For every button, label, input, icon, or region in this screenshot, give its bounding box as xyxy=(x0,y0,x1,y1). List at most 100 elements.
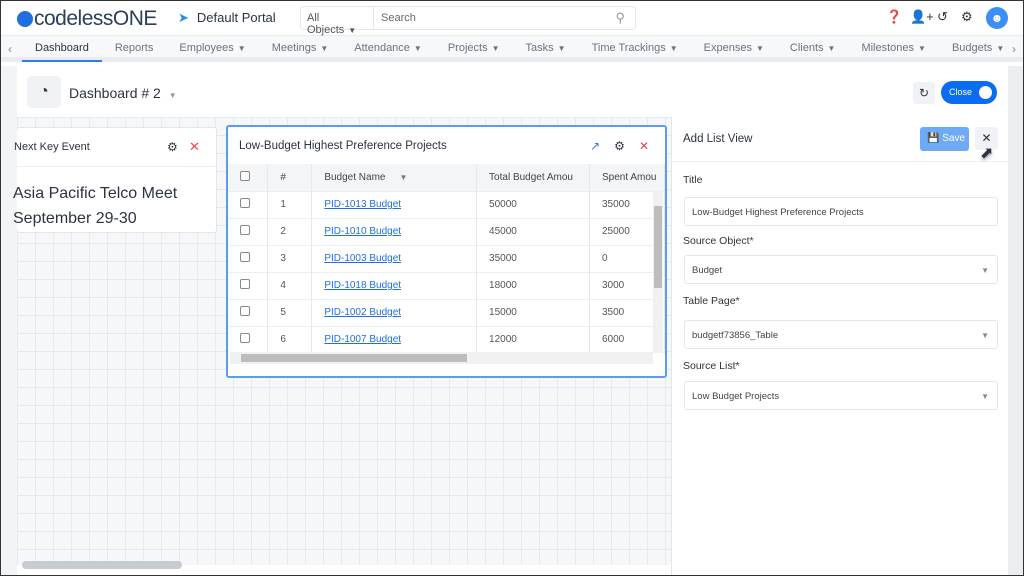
nav-scroll-right-icon[interactable]: › xyxy=(1012,42,1016,56)
top-bar: codelessONE ➤ Default Portal All Objects ▼… xyxy=(0,0,1024,36)
caret-down-icon: ▼ xyxy=(491,44,500,53)
table-cell: 1 xyxy=(267,190,313,218)
close-toggle[interactable]: Close xyxy=(941,81,997,104)
row-checkbox[interactable] xyxy=(228,271,269,299)
grid-horizontal-scrollbar[interactable] xyxy=(17,561,671,570)
dashboard-title[interactable]: Dashboard # 2 ▼ xyxy=(69,85,177,101)
budget-link[interactable]: PID-1013 Budget xyxy=(324,199,401,210)
nav-tab-meetings[interactable]: Meetings ▼ xyxy=(259,36,342,62)
table-cell: 45000 xyxy=(476,217,590,245)
title-input[interactable]: Low-Budget Highest Preference Projects xyxy=(684,197,998,226)
paper-plane-icon: ➤ xyxy=(178,10,189,25)
column-header[interactable]: Spent Amou xyxy=(589,164,666,191)
nav-scroll-left-icon[interactable]: ‹ xyxy=(8,42,12,56)
table-page-label: Table Page* xyxy=(683,295,740,307)
mouse-cursor-icon: ⬈ xyxy=(980,145,994,162)
caret-down-icon: ▼ xyxy=(918,44,926,53)
gear-icon[interactable]: ⚙ xyxy=(167,140,178,154)
row-checkbox[interactable] xyxy=(228,190,269,218)
source-object-select[interactable]: Budget ▼ xyxy=(684,255,998,284)
nav-tab-employees[interactable]: Employees ▼ xyxy=(166,36,258,62)
global-search: All Objects ▼ Search ⚲ xyxy=(300,6,636,36)
gear-icon[interactable]: ⚙ xyxy=(961,9,973,25)
sort-caret-icon[interactable]: ▼ xyxy=(399,173,407,182)
table-cell: 35000 xyxy=(476,244,590,272)
table-cell: 18000 xyxy=(476,271,590,299)
gear-icon[interactable]: ⚙ xyxy=(614,139,625,153)
nav-tab-tasks[interactable]: Tasks ▼ xyxy=(513,36,579,62)
history-icon[interactable]: ↺ xyxy=(937,9,948,25)
event-name: Asia Pacific Telco Meet xyxy=(13,185,178,202)
brand-logo[interactable]: codelessONE xyxy=(17,7,157,31)
open-external-icon[interactable]: ↗ xyxy=(590,139,600,153)
source-object-label: Source Object* xyxy=(683,235,754,247)
event-date: September 29-30 xyxy=(13,210,137,227)
column-header[interactable]: # xyxy=(267,164,313,191)
row-checkbox[interactable] xyxy=(228,244,269,272)
search-input[interactable]: Search xyxy=(374,7,635,29)
nav-tab-w[interactable]: W xyxy=(1017,36,1024,62)
close-icon[interactable]: ✕ xyxy=(639,139,649,153)
caret-down-icon: ▼ xyxy=(981,266,989,275)
nav-tab-expenses[interactable]: Expenses ▼ xyxy=(691,36,777,62)
nav-tab-time-trackings[interactable]: Time Trackings ▼ xyxy=(579,36,691,62)
portal-switcher[interactable]: ➤ Default Portal xyxy=(178,10,276,26)
budget-link[interactable]: PID-1018 Budget xyxy=(324,280,401,291)
nav-tab-attendance[interactable]: Attendance ▼ xyxy=(341,36,435,62)
table-vertical-scrollbar[interactable] xyxy=(653,191,663,353)
refresh-button[interactable]: ↻ xyxy=(913,82,935,104)
main-nav: ‹ Dashboard Reports Employees ▼ Meetings ▼ Att… xyxy=(0,36,1024,62)
title-label: Title xyxy=(683,174,703,186)
user-avatar-icon[interactable]: ☻ xyxy=(986,7,1008,29)
table-row: 4 PID-1018 Budget 18000 3000 xyxy=(228,271,666,299)
caret-down-icon: ▼ xyxy=(827,44,836,53)
nav-tab-reports[interactable]: Reports xyxy=(102,36,167,62)
pie-chart-icon: ◔ xyxy=(27,76,61,108)
nav-tab-projects[interactable]: Projects ▼ xyxy=(435,36,513,62)
close-icon[interactable]: ✕ xyxy=(189,139,200,155)
row-checkbox[interactable] xyxy=(228,298,269,326)
budget-link[interactable]: PID-1007 Budget xyxy=(324,334,401,345)
table-horizontal-scrollbar[interactable] xyxy=(230,352,653,364)
table-row: 5 PID-1002 Budget 15000 3500 xyxy=(228,298,666,326)
budget-link[interactable]: PID-1002 Budget xyxy=(324,307,401,318)
caret-down-icon: ▼ xyxy=(981,392,989,401)
search-icon[interactable]: ⚲ xyxy=(615,10,625,26)
column-header[interactable]: Budget Name ▼ xyxy=(311,164,478,191)
table-row: 3 PID-1003 Budget 35000 0 xyxy=(228,244,666,272)
source-list-select[interactable]: Low Budget Projects ▼ xyxy=(684,381,998,410)
select-all-checkbox[interactable] xyxy=(228,164,269,191)
search-scope-select[interactable]: All Objects ▼ xyxy=(301,7,374,36)
caret-down-icon: ▼ xyxy=(237,44,246,53)
table-cell: 6 xyxy=(267,325,313,353)
page-scrollbar[interactable] xyxy=(1008,66,1024,576)
add-list-view-panel: Add List View 💾 Save ✕ Title Low-Budget … xyxy=(671,117,1009,576)
caret-down-icon: ▼ xyxy=(996,44,1005,53)
caret-down-icon: ▼ xyxy=(348,26,357,35)
table-row: 2 PID-1010 Budget 45000 25000 xyxy=(228,217,666,245)
row-checkbox[interactable] xyxy=(228,325,269,353)
nav-tab-milestones[interactable]: Milestones ▼ xyxy=(848,36,939,62)
table-cell: 2 xyxy=(267,217,313,245)
help-icon[interactable]: ❓ xyxy=(886,9,902,25)
caret-down-icon: ▼ xyxy=(981,331,989,340)
add-user-icon[interactable]: 👤+ xyxy=(910,9,934,25)
caret-down-icon: ▼ xyxy=(320,44,329,53)
nav-tab-dashboard[interactable]: Dashboard xyxy=(22,36,102,62)
table-row: 6 PID-1007 Budget 12000 6000 xyxy=(228,325,666,353)
budget-link[interactable]: PID-1010 Budget xyxy=(324,226,401,237)
row-checkbox[interactable] xyxy=(228,217,269,245)
floppy-disk-icon: 💾 xyxy=(927,133,940,144)
logo-icon xyxy=(17,11,33,27)
nav-tab-budgets[interactable]: Budgets ▼ xyxy=(939,36,1017,62)
table-row: 1 PID-1013 Budget 50000 35000 xyxy=(228,190,666,218)
nav-tab-clients[interactable]: Clients ▼ xyxy=(777,36,849,62)
budget-table: # Budget Name ▼ Total Budget Amou Spent Amou… xyxy=(228,164,666,353)
column-header[interactable]: Total Budget Amou xyxy=(476,164,590,191)
table-page-select[interactable]: budgetf73856_Table ▼ xyxy=(684,320,998,349)
save-button[interactable]: 💾 Save xyxy=(920,127,969,151)
table-cell: 12000 xyxy=(476,325,590,353)
budget-link[interactable]: PID-1003 Budget xyxy=(324,253,401,264)
widget-title: Low-Budget Highest Preference Projects xyxy=(239,140,447,152)
table-cell: 15000 xyxy=(476,298,590,326)
